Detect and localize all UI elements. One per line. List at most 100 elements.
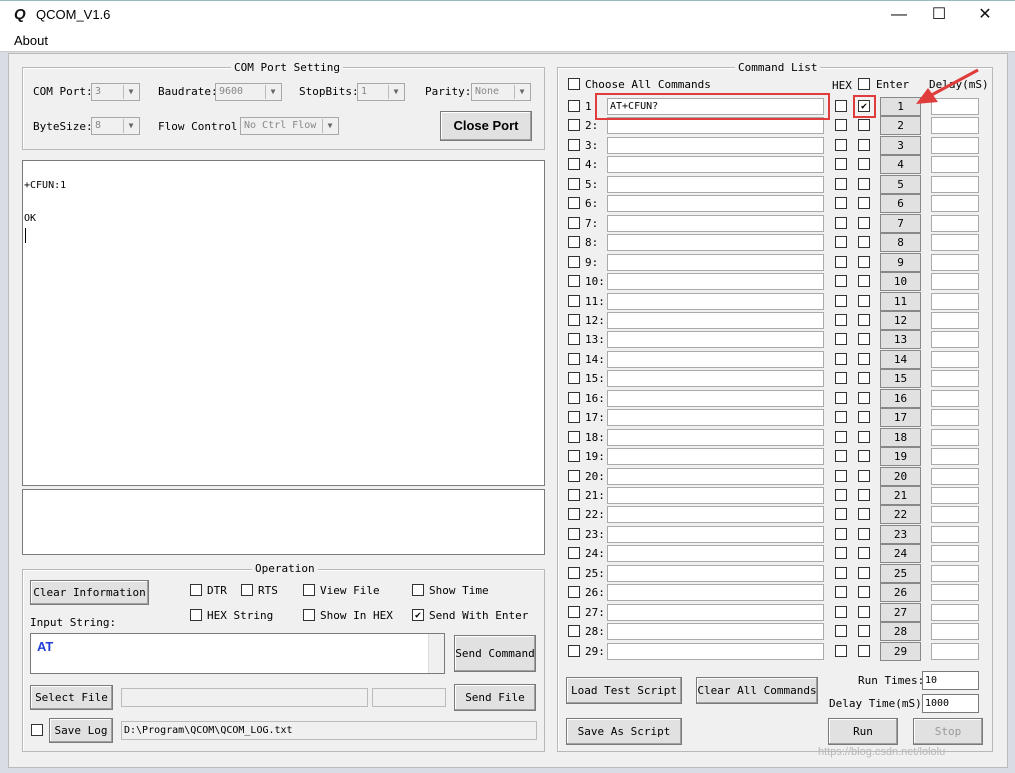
command-enter-checkbox[interactable]	[858, 119, 870, 131]
command-delay-input[interactable]	[931, 331, 979, 348]
view-file-checkbox[interactable]	[303, 584, 315, 596]
command-enter-checkbox[interactable]	[858, 508, 870, 520]
command-delay-input[interactable]	[931, 234, 979, 251]
command-select-checkbox[interactable]	[568, 139, 580, 151]
hex-string-checkbox[interactable]	[190, 609, 202, 621]
clear-information-button[interactable]: Clear Information	[30, 580, 149, 605]
command-input[interactable]	[607, 137, 824, 154]
command-delay-input[interactable]	[931, 273, 979, 290]
command-input[interactable]	[607, 623, 824, 640]
command-send-button[interactable]: 24	[880, 544, 921, 563]
command-delay-input[interactable]	[931, 215, 979, 232]
command-select-checkbox[interactable]	[568, 275, 580, 287]
command-send-button[interactable]: 15	[880, 369, 921, 388]
command-delay-input[interactable]	[931, 526, 979, 543]
choose-all-checkbox[interactable]	[568, 78, 580, 90]
command-send-button[interactable]: 2	[880, 116, 921, 135]
command-input[interactable]	[607, 176, 824, 193]
command-select-checkbox[interactable]	[568, 333, 580, 345]
command-select-checkbox[interactable]	[568, 547, 580, 559]
command-select-checkbox[interactable]	[568, 295, 580, 307]
command-hex-checkbox[interactable]	[835, 256, 847, 268]
command-send-button[interactable]: 4	[880, 155, 921, 174]
command-hex-checkbox[interactable]	[835, 645, 847, 657]
command-input[interactable]	[607, 526, 824, 543]
command-delay-input[interactable]	[931, 351, 979, 368]
command-hex-checkbox[interactable]	[835, 586, 847, 598]
run-button[interactable]: Run	[828, 718, 898, 745]
command-input[interactable]	[607, 312, 824, 329]
command-hex-checkbox[interactable]	[835, 158, 847, 170]
command-send-button[interactable]: 7	[880, 214, 921, 233]
command-send-button[interactable]: 14	[880, 350, 921, 369]
command-hex-checkbox[interactable]	[835, 372, 847, 384]
input-string-field[interactable]: AT	[30, 633, 445, 674]
command-send-button[interactable]: 22	[880, 505, 921, 524]
command-enter-checkbox[interactable]	[858, 547, 870, 559]
command-select-checkbox[interactable]	[568, 100, 580, 112]
command-select-checkbox[interactable]	[568, 353, 580, 365]
command-select-checkbox[interactable]	[568, 217, 580, 229]
command-enter-checkbox[interactable]	[858, 411, 870, 423]
file-path-field[interactable]	[121, 688, 368, 707]
command-select-checkbox[interactable]	[568, 236, 580, 248]
command-send-button[interactable]: 28	[880, 622, 921, 641]
command-send-button[interactable]: 10	[880, 272, 921, 291]
command-enter-checkbox[interactable]	[858, 275, 870, 287]
command-send-button[interactable]: 26	[880, 583, 921, 602]
command-hex-checkbox[interactable]	[835, 431, 847, 443]
command-hex-checkbox[interactable]	[835, 470, 847, 482]
command-hex-checkbox[interactable]	[835, 392, 847, 404]
command-hex-checkbox[interactable]	[835, 489, 847, 501]
command-input[interactable]	[607, 234, 824, 251]
command-enter-checkbox[interactable]	[858, 528, 870, 540]
enter-all-checkbox[interactable]	[858, 78, 870, 90]
com-port-select[interactable]: 3 ▼	[91, 83, 140, 101]
command-select-checkbox[interactable]	[568, 119, 580, 131]
command-enter-checkbox[interactable]	[858, 489, 870, 501]
command-select-checkbox[interactable]	[568, 256, 580, 268]
command-delay-input[interactable]	[931, 156, 979, 173]
command-input[interactable]	[607, 448, 824, 465]
command-input[interactable]	[607, 370, 824, 387]
command-enter-checkbox[interactable]	[858, 392, 870, 404]
command-hex-checkbox[interactable]	[835, 625, 847, 637]
command-hex-checkbox[interactable]	[835, 353, 847, 365]
command-delay-input[interactable]	[931, 584, 979, 601]
show-time-checkbox[interactable]	[412, 584, 424, 596]
command-enter-checkbox[interactable]	[858, 333, 870, 345]
bytesize-select[interactable]: 8 ▼	[91, 117, 140, 135]
command-enter-checkbox[interactable]	[858, 586, 870, 598]
command-delay-input[interactable]	[931, 293, 979, 310]
command-send-button[interactable]: 9	[880, 253, 921, 272]
command-send-button[interactable]: 21	[880, 486, 921, 505]
command-input[interactable]	[607, 254, 824, 271]
command-delay-input[interactable]	[931, 312, 979, 329]
command-select-checkbox[interactable]	[568, 197, 580, 209]
command-enter-checkbox[interactable]	[858, 606, 870, 618]
command-enter-checkbox[interactable]	[858, 470, 870, 482]
command-delay-input[interactable]	[931, 390, 979, 407]
command-hex-checkbox[interactable]	[835, 100, 847, 112]
delay-time-input[interactable]: 1000	[922, 694, 979, 713]
command-select-checkbox[interactable]	[568, 314, 580, 326]
command-enter-checkbox[interactable]	[858, 314, 870, 326]
command-delay-input[interactable]	[931, 506, 979, 523]
command-enter-checkbox[interactable]	[858, 625, 870, 637]
command-input[interactable]	[607, 195, 824, 212]
command-send-button[interactable]: 13	[880, 330, 921, 349]
command-select-checkbox[interactable]	[568, 508, 580, 520]
command-enter-checkbox[interactable]	[858, 431, 870, 443]
command-delay-input[interactable]	[931, 565, 979, 582]
command-input[interactable]	[607, 643, 824, 660]
command-send-button[interactable]: 6	[880, 194, 921, 213]
command-send-button[interactable]: 11	[880, 292, 921, 311]
command-send-button[interactable]: 16	[880, 389, 921, 408]
command-send-button[interactable]: 3	[880, 136, 921, 155]
command-delay-input[interactable]	[931, 604, 979, 621]
command-enter-checkbox[interactable]	[858, 236, 870, 248]
command-delay-input[interactable]	[931, 623, 979, 640]
command-input[interactable]	[607, 545, 824, 562]
command-send-button[interactable]: 18	[880, 428, 921, 447]
save-log-button[interactable]: Save Log	[49, 718, 113, 743]
